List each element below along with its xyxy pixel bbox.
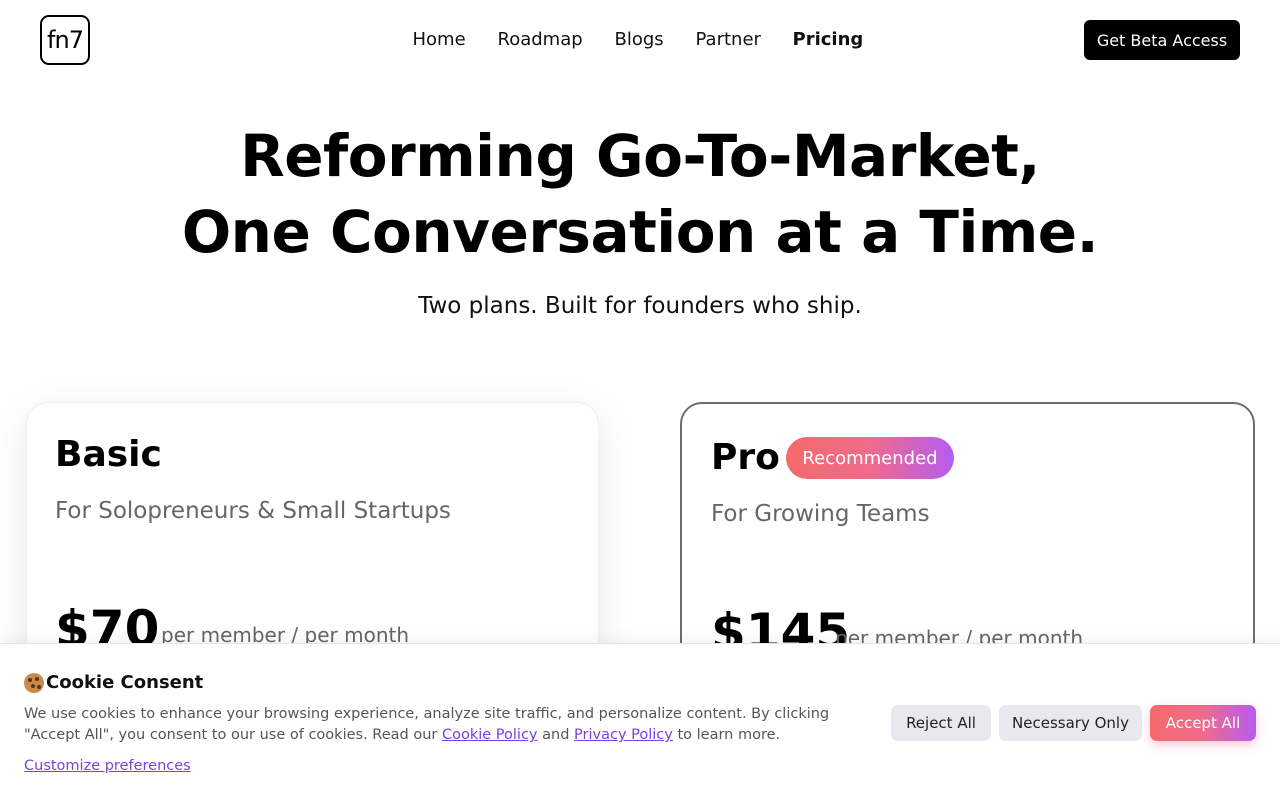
privacy-policy-link[interactable]: Privacy Policy: [574, 727, 673, 743]
cookie-title-text: Cookie Consent: [46, 672, 204, 693]
plan-tagline: For Solopreneurs & Small Startups: [55, 498, 451, 524]
nav-pricing[interactable]: Pricing: [793, 27, 864, 53]
get-beta-access-button[interactable]: Get Beta Access: [1084, 20, 1240, 60]
hero-title-line-1: Reforming Go-To-Market,: [240, 122, 1040, 190]
hero-subtitle: Two plans. Built for founders who ship.: [418, 293, 862, 319]
necessary-only-button[interactable]: Necessary Only: [999, 705, 1142, 741]
accept-all-button[interactable]: Accept All: [1150, 705, 1256, 741]
plan-tagline: For Growing Teams: [711, 501, 930, 527]
cookie-policy-link[interactable]: Cookie Policy: [442, 727, 538, 743]
plan-name: Pro: [711, 437, 780, 478]
nav-partner[interactable]: Partner: [696, 27, 761, 53]
recommended-badge: Recommended: [786, 437, 954, 479]
cookie-consent-title: Cookie Consent: [24, 670, 203, 696]
customize-preferences-link[interactable]: Customize preferences: [24, 756, 191, 777]
nav-home[interactable]: Home: [413, 27, 466, 53]
nav-roadmap[interactable]: Roadmap: [498, 27, 583, 53]
nav-blogs[interactable]: Blogs: [615, 27, 664, 53]
hero-title: Reforming Go-To-Market, One Conversation…: [0, 118, 1280, 270]
hero-title-line-2: One Conversation at a Time.: [181, 198, 1099, 266]
cookie-consent-banner: Cookie Consent We use cookies to enhance…: [0, 643, 1280, 800]
plan-name: Basic: [55, 434, 162, 475]
reject-all-button[interactable]: Reject All: [891, 705, 991, 741]
cookie-icon: [24, 673, 44, 693]
cookie-description: We use cookies to enhance your browsing …: [24, 706, 830, 743]
site-header: fn7 Home Roadmap Blogs Partner Pricing G…: [0, 0, 1280, 80]
